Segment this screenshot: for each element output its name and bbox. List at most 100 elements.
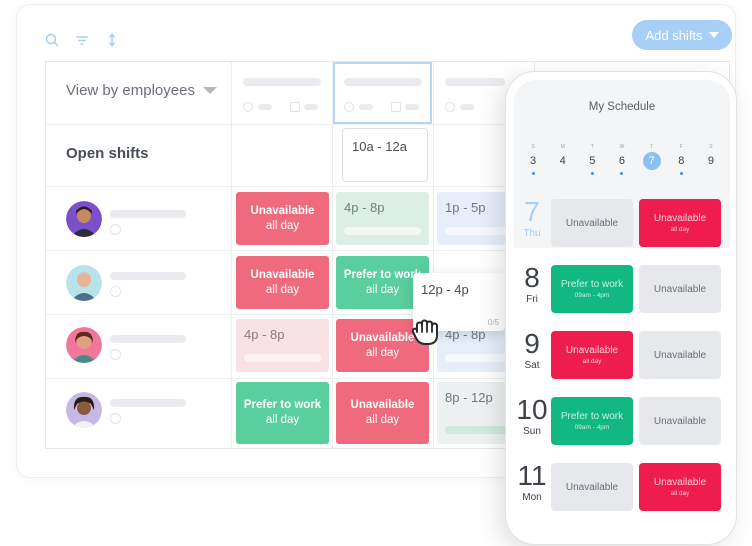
week-day[interactable]: S9 xyxy=(700,144,722,175)
availability-title: Unavailable xyxy=(565,345,619,356)
date-weekday: Sat xyxy=(524,360,540,371)
week-day[interactable]: F8 xyxy=(670,144,692,175)
week-day[interactable]: W6 xyxy=(611,144,633,175)
schedule-date: 9 Sat xyxy=(514,324,550,371)
schedule-day-row: 10 Sun Prefer to work 09am - 4pm Unavailable xyxy=(514,390,730,456)
date-number: 7 xyxy=(524,196,540,227)
availability-title: Unavailable xyxy=(653,477,707,488)
availability-pill[interactable]: Unavailable xyxy=(639,397,721,445)
availability-pill[interactable]: Unavailable xyxy=(639,331,721,379)
clock-icon xyxy=(110,413,121,424)
week-day[interactable]: T7 xyxy=(641,144,663,175)
shift-title: Unavailable xyxy=(350,399,415,411)
availability-title: Unavailable xyxy=(565,217,619,229)
clock-icon xyxy=(445,102,455,112)
view-by-dropdown[interactable]: View by employees xyxy=(66,82,217,99)
date-number: 8 xyxy=(524,262,540,293)
week-strip: S3M4T5W6T7F8S9 xyxy=(522,144,722,175)
availability-pill[interactable]: Unavailable all day xyxy=(639,199,721,247)
availability-title: Unavailable xyxy=(653,349,707,361)
open-shift-card[interactable]: 10a - 12a xyxy=(342,128,428,182)
week-day-letter: S xyxy=(709,144,713,150)
shift-sub: all day xyxy=(365,414,400,426)
shift-title: Unavailable xyxy=(250,268,315,281)
clock-icon xyxy=(344,102,354,112)
schedule-date: 7 Thu xyxy=(514,192,550,239)
shift-cell-unavailable[interactable]: Unavailable all day xyxy=(236,256,329,309)
selected-column[interactable] xyxy=(333,62,432,124)
availability-pill[interactable]: Unavailable all day xyxy=(639,463,721,511)
week-day-number: 9 xyxy=(707,155,714,167)
avatar[interactable] xyxy=(66,392,102,428)
schedule-day-row: 7 Thu Unavailable Unavailable all day xyxy=(514,192,730,258)
availability-sub: all day xyxy=(670,226,690,233)
availability-pill[interactable]: Unavailable xyxy=(639,265,721,313)
column-header-placeholder xyxy=(344,78,422,86)
shift-cell-prefer-to-work[interactable]: Prefer to work all day xyxy=(236,382,329,444)
clock-icon xyxy=(110,224,121,235)
sort-icon[interactable] xyxy=(104,32,120,48)
chevron-down-icon xyxy=(708,32,719,38)
availability-pill[interactable]: Unavailable xyxy=(551,199,633,247)
employee-name-placeholder xyxy=(110,272,186,280)
avatar[interactable] xyxy=(66,201,102,237)
shift-sub: all day xyxy=(265,219,300,232)
chevron-down-icon xyxy=(202,87,217,94)
shift-cell-unavailable[interactable]: Unavailable all day xyxy=(336,382,429,444)
week-day-number: 4 xyxy=(559,155,566,167)
date-number: 10 xyxy=(516,394,548,425)
week-day-number: 7 xyxy=(642,152,661,170)
shift-cell-unavailable[interactable]: Unavailable all day xyxy=(236,192,329,245)
availability-title: Prefer to work xyxy=(560,411,624,422)
availability-pill[interactable]: Prefer to work 09am - 4pm xyxy=(551,397,633,445)
week-day-letter: M xyxy=(560,144,565,150)
week-day-letter: S xyxy=(531,144,535,150)
week-day[interactable]: S3 xyxy=(522,144,544,175)
availability-sub: all day xyxy=(582,358,602,365)
availability-title: Unavailable xyxy=(653,213,707,224)
week-day[interactable]: T5 xyxy=(581,144,603,175)
availability-pill[interactable]: Unavailable xyxy=(551,463,633,511)
availability-title: Unavailable xyxy=(653,283,707,295)
availability-pill[interactable]: Unavailable all day xyxy=(551,331,633,379)
availability-sub: 09am - 4pm xyxy=(574,424,610,431)
date-weekday: Mon xyxy=(522,492,542,503)
filter-icon[interactable] xyxy=(74,32,90,48)
week-day-letter: T xyxy=(650,144,654,150)
shift-placeholder-bar xyxy=(244,354,321,362)
week-day-number: 8 xyxy=(678,155,685,167)
availability-pill[interactable]: Prefer to work 09am - 4pm xyxy=(551,265,633,313)
availability-sub: all day xyxy=(670,490,690,497)
shift-cell[interactable]: 4p - 8p xyxy=(336,192,429,245)
availability-title: Unavailable xyxy=(653,415,707,427)
schedule-date: 10 Sun xyxy=(514,390,550,437)
clock-icon xyxy=(110,349,121,360)
avatar[interactable] xyxy=(66,265,102,301)
shift-time: 4p - 8p xyxy=(344,200,385,215)
availability-sub: 09am - 4pm xyxy=(574,292,610,299)
header-placeholder xyxy=(304,104,318,110)
schedule-day-row: 9 Sat Unavailable all day Unavailable xyxy=(514,324,730,390)
shift-sub: all day xyxy=(265,414,300,426)
schedule-date: 11 Mon xyxy=(514,456,550,503)
week-day-number: 5 xyxy=(589,155,596,167)
week-day-number: 6 xyxy=(618,155,626,167)
shift-title: Prefer to work xyxy=(243,399,322,411)
schedule-date: 8 Fri xyxy=(514,258,550,305)
schedule-day-row: 11 Mon Unavailable Unavailable all day xyxy=(514,456,730,522)
add-shifts-button[interactable]: Add shifts xyxy=(632,20,732,50)
week-day-letter: F xyxy=(679,144,683,150)
availability-title: Unavailable xyxy=(565,481,619,493)
week-day-letter: W xyxy=(619,144,625,150)
search-icon[interactable] xyxy=(44,32,60,48)
copy-icon xyxy=(290,102,300,112)
week-day[interactable]: M4 xyxy=(552,144,574,175)
phone-mockup: My Schedule S3M4T5W6T7F8S9 7 Thu Unavailab… xyxy=(505,71,737,545)
dragged-shift-time: 12p - 4p xyxy=(421,282,469,297)
shift-sub: all day xyxy=(265,283,300,296)
avatar[interactable] xyxy=(66,327,102,363)
shift-dot-icon xyxy=(620,172,624,175)
shift-cell[interactable]: 4p - 8p xyxy=(236,319,329,372)
shift-dot-icon xyxy=(590,172,594,175)
clock-icon xyxy=(243,102,253,112)
